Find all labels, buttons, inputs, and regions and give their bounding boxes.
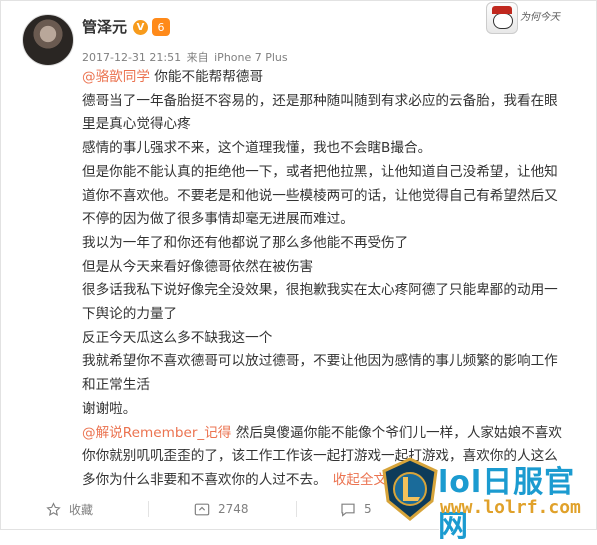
post-text: 但是从今天来看好像德哥依然在被伤害 [82, 258, 314, 275]
username[interactable]: 管泽元 [82, 16, 127, 37]
repost-icon [194, 503, 210, 515]
post-content: @骆歆同学 你能不能帮帮德哥德哥当了一年备胎挺不容易的，还是那种随叫随到有求必应… [82, 66, 582, 493]
post-timestamp[interactable]: 2017-12-31 21:51 [82, 51, 181, 64]
toolbar-divider [296, 501, 297, 517]
comment-icon [341, 503, 355, 517]
post-text: 不停的因为做了很多事情却毫无进展而难过。 [82, 211, 354, 228]
post-text-line: 不停的因为做了很多事情却毫无进展而难过。 [82, 208, 582, 232]
post-text: 德哥当了一年备胎挺不容易的，还是那种随叫随到有求必应的云备胎，我看在眼 [82, 92, 558, 109]
lol-emblem-icon [382, 457, 438, 521]
post-text: 多你为什么非要和不喜欢你的人过不去。 [82, 471, 327, 488]
post-text-line: 德哥当了一年备胎挺不容易的，还是那种随叫随到有求必应的云备胎，我看在眼 [82, 90, 582, 114]
post-text: 感情的事儿强求不来，这个道理我懂，我也不会瞎B撮合。 [82, 140, 432, 157]
post-text-line: 反正今天瓜这么多不缺我这一个 [82, 327, 582, 351]
watermark-url: www.lolrf.com [440, 497, 581, 518]
comment-button[interactable]: 5 [340, 494, 372, 524]
post-text: 里是真心觉得心疼 [82, 116, 191, 133]
post-meta: 2017-12-31 21:51 来自 iPhone 7 Plus [82, 49, 290, 65]
post-text-line: 谢谢啦。 [82, 398, 582, 422]
star-icon [46, 501, 61, 516]
post-toolbar: 收藏 2748 5 [0, 494, 420, 524]
post-text: 然后臭傻逼你能不能像个爷们儿一样，人家姑娘不喜欢 [231, 424, 562, 441]
favorite-label: 收藏 [69, 502, 94, 517]
post-text-line: 里是真心觉得心疼 [82, 113, 582, 137]
post-text: 很多话我私下说好像完全没效果，很抱歉我实在太心疼阿德了只能卑鄙的动用一 [82, 282, 558, 299]
repost-count: 2748 [218, 502, 249, 516]
logo-script-text: 为何今天 [520, 12, 560, 23]
post-text: 下舆论的力量了 [82, 306, 178, 323]
header-cat-logo: 为何今天 [486, 2, 586, 34]
post-text-line: 道你不喜欢他。不要老是和他说一些模棱两可的话，让他觉得自己有希望然后又 [82, 185, 582, 209]
level-badge-icon: 6 [152, 18, 170, 36]
post-text-line: 下舆论的力量了 [82, 303, 582, 327]
source-prefix: 来自 [186, 51, 209, 64]
collapse-full-text-link[interactable]: 收起全文 [333, 472, 387, 488]
comment-count: 5 [364, 502, 372, 516]
post-text-line: 感情的事儿强求不来，这个道理我懂，我也不会瞎B撮合。 [82, 137, 582, 161]
mention-link[interactable]: @骆歆同学 [82, 69, 150, 85]
post-text-line: @解说Remember_记得 然后臭傻逼你能不能像个爷们儿一样，人家姑娘不喜欢 [82, 422, 582, 446]
verified-icon: V [133, 20, 148, 35]
toolbar-divider [148, 501, 149, 517]
post-text-line: @骆歆同学 你能不能帮帮德哥 [82, 66, 582, 90]
post-text: 和正常生活 [82, 377, 150, 394]
post-text: 谢谢啦。 [82, 400, 137, 417]
post-text: 道你不喜欢他。不要老是和他说一些模棱两可的话，让他觉得自己有希望然后又 [82, 187, 558, 204]
post-text-line: 我以为一年了和你还有他都说了那么多他能不再受伤了 [82, 232, 582, 256]
user-avatar[interactable] [22, 14, 74, 66]
post-text-line: 但是从今天来看好像德哥依然在被伤害 [82, 256, 582, 280]
mention-link[interactable]: @解说Remember_记得 [82, 425, 231, 441]
post-text: 反正今天瓜这么多不缺我这一个 [82, 329, 273, 346]
repost-button[interactable]: 2748 [194, 494, 249, 524]
post-text-line: 很多话我私下说好像完全没效果，很抱歉我实在太心疼阿德了只能卑鄙的动用一 [82, 279, 582, 303]
post-text-line: 但是你能不能认真的拒绝他一下，或者把他拉黑，让他知道自己没希望，让他知 [82, 161, 582, 185]
post-text: 但是你能不能认真的拒绝他一下，或者把他拉黑，让他知道自己没希望，让他知 [82, 163, 558, 180]
post-text-line: 和正常生活 [82, 374, 582, 398]
post-text: 你能不能帮帮德哥 [149, 69, 264, 85]
post-text-line: 我就希望你不喜欢德哥可以放过德哥，不要让他因为感情的事儿频繁的影响工作 [82, 350, 582, 374]
post-text: 我以为一年了和你还有他都说了那么多他能不再受伤了 [82, 234, 409, 251]
post-source: iPhone 7 Plus [214, 51, 288, 64]
favorite-button[interactable]: 收藏 [46, 494, 93, 524]
post-text: 我就希望你不喜欢德哥可以放过德哥，不要让他因为感情的事儿频繁的影响工作 [82, 353, 558, 370]
lol-watermark: lol日服官网 www.lolrf.com [380, 453, 595, 544]
cat-logo-icon [486, 2, 518, 34]
